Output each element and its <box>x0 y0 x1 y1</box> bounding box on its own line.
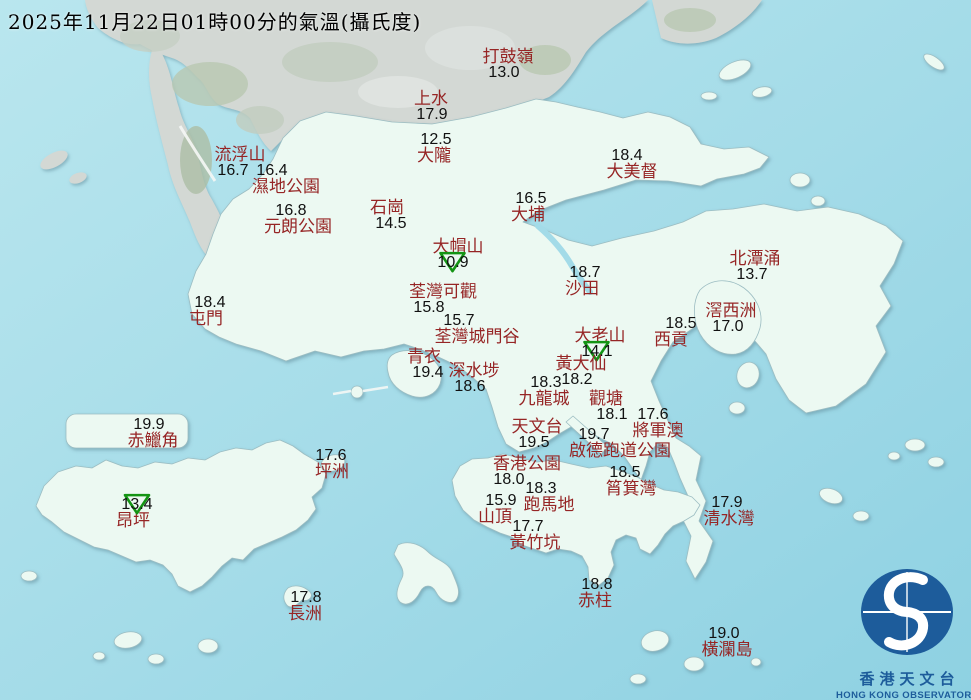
hko-logo-english: HONG KONG OBSERVATORY <box>836 690 971 700</box>
hko-logo-icon <box>861 569 953 655</box>
hong-kong-map <box>0 0 971 700</box>
map-title: 2025年11月22日01時00分的氣溫(攝氏度) <box>8 10 422 34</box>
temperature-map: 2025年11月22日01時00分的氣溫(攝氏度) 打鼓嶺 13.0 上水 17.9 1… <box>0 0 971 700</box>
hko-logo-chinese: 香港天文台 <box>859 670 960 688</box>
hko-logo: 香港天文台 HONG KONG OBSERVATORY <box>836 566 971 700</box>
